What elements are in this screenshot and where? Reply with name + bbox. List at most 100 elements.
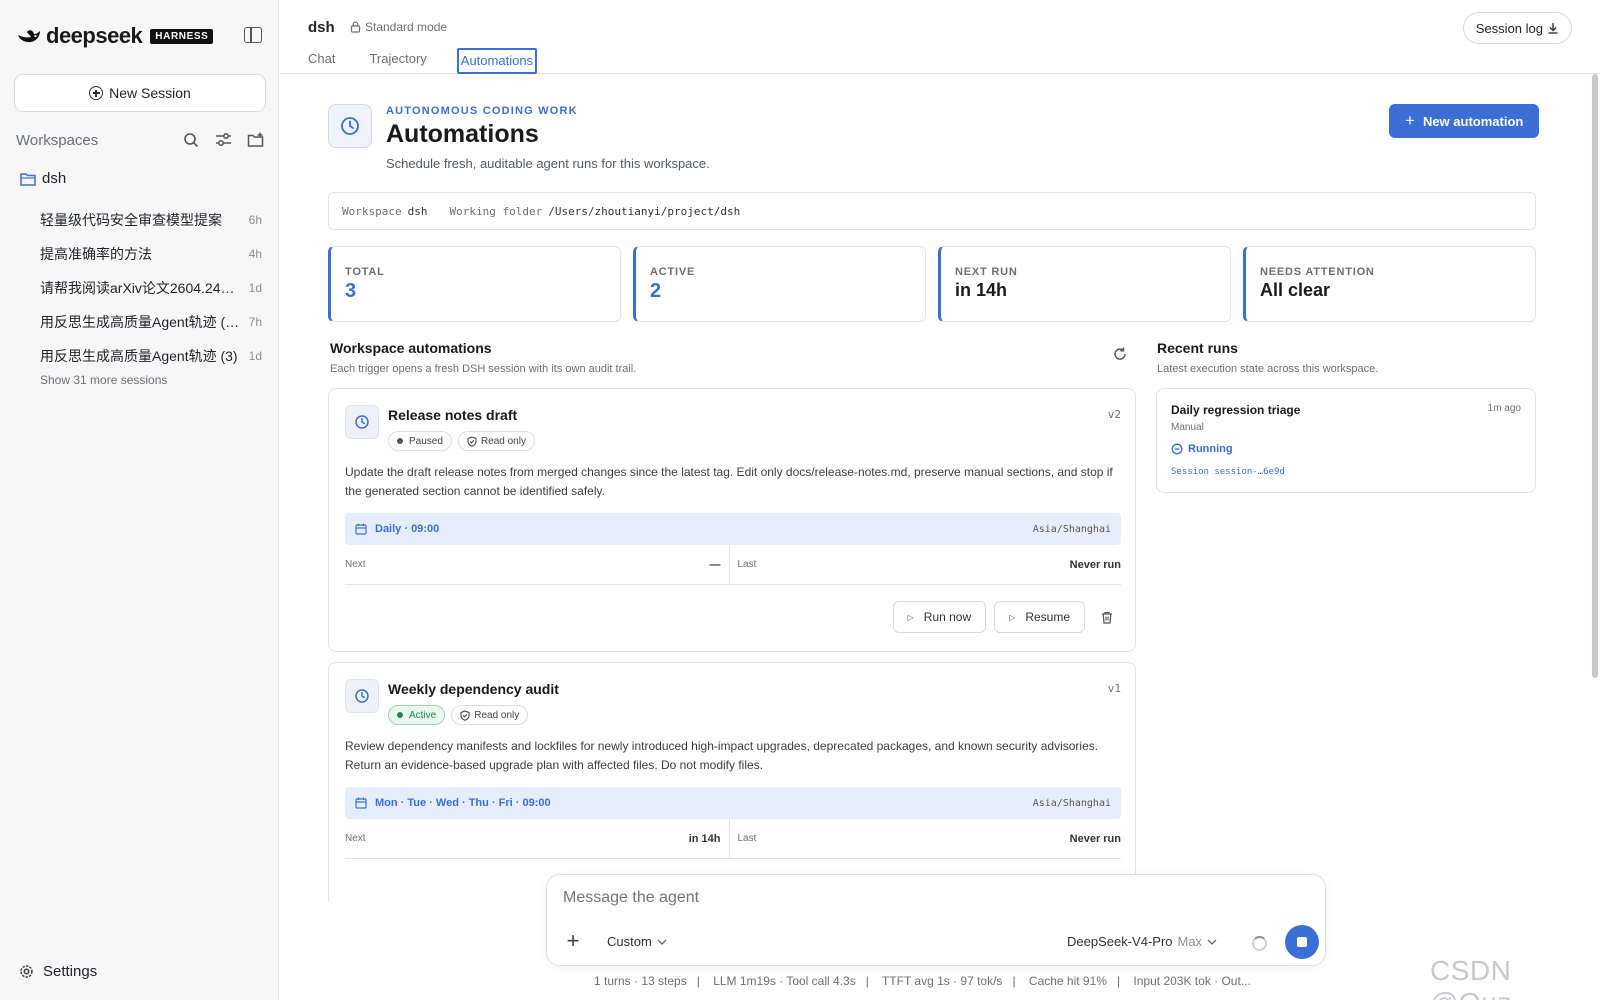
- delete-button[interactable]: [1093, 601, 1121, 633]
- automation-version: v2: [1107, 408, 1121, 421]
- status-badge-label: Active: [409, 709, 437, 721]
- plus-icon: +: [1405, 111, 1415, 130]
- mode-indicator[interactable]: Standard mode: [350, 20, 447, 34]
- run-session-link[interactable]: Session session-…6e9d: [1171, 467, 1285, 477]
- new-session-button[interactable]: New Session: [14, 74, 266, 112]
- stat-total: TOTAL 3: [328, 246, 621, 322]
- automation-card: Release notes draft v2 Paused Read only …: [328, 388, 1136, 652]
- search-icon[interactable]: [182, 131, 200, 149]
- stats-row: TOTAL 3 ACTIVE 2 NEXT RUN in 14h NEEDS A…: [328, 246, 1536, 322]
- status-badge-label: Paused: [409, 435, 443, 447]
- loading-spinner-icon: [1252, 936, 1267, 951]
- model-dropdown[interactable]: DeepSeek-V4-Pro Max: [1067, 934, 1217, 949]
- settings-label: Settings: [43, 963, 98, 980]
- model-effort: Max: [1177, 934, 1203, 949]
- status-ttft: TTFT avg 1s · 97 tok/s: [881, 974, 1003, 988]
- stat-value: All clear: [1260, 280, 1331, 300]
- automation-version: v1: [1107, 682, 1121, 695]
- plus-circle-icon: [89, 86, 104, 100]
- tab-automations[interactable]: Automations: [456, 48, 538, 74]
- sidebar-toggle-icon[interactable]: [244, 27, 262, 43]
- status-badge: Paused: [388, 431, 452, 451]
- automation-actions: ▷ Run now ▷ Resume: [892, 601, 1121, 633]
- recent-run-card[interactable]: Daily regression triage 1m ago Manual Ru…: [1156, 388, 1536, 493]
- schedule-bar: Daily · 09:00 Asia/Shanghai: [345, 513, 1121, 545]
- workspaces-header: Workspaces: [16, 131, 264, 149]
- workspace-info-bar: Workspace dsh Working folder /Users/zhou…: [328, 192, 1536, 230]
- sidebar: deepseek HARNESS New Session Workspaces …: [0, 0, 279, 1000]
- stat-value: 2: [650, 280, 662, 302]
- mode-label: Standard mode: [365, 20, 448, 34]
- chevron-down-icon: [1207, 939, 1217, 945]
- session-title: 用反思生成高质量Agent轨迹 (3): [40, 348, 238, 364]
- workspace-folder-dsh[interactable]: dsh: [20, 170, 66, 187]
- recent-runs-title: Recent runs: [1157, 340, 1238, 356]
- status-tokens: Input 203K tok · Out...: [1133, 974, 1251, 988]
- workspace-key: Workspace: [342, 204, 402, 218]
- stat-value: in 14h: [955, 280, 1008, 300]
- workspace-value: dsh: [407, 204, 428, 218]
- session-item[interactable]: 用反思生成高质量Agent轨迹 (3) 1d: [40, 339, 262, 373]
- composer: + Custom DeepSeek-V4-Pro Max: [546, 874, 1326, 966]
- brand[interactable]: deepseek HARNESS: [16, 23, 214, 48]
- session-item[interactable]: 请帮我阅读arXiv论文2604.24… 1d: [40, 271, 262, 305]
- stop-button[interactable]: [1285, 925, 1319, 959]
- scrollbar[interactable]: [1592, 74, 1598, 678]
- status-bar: 1 turns · 13 steps | LLM 1m19s · Tool cal…: [594, 974, 1251, 988]
- last-label: Last: [737, 833, 757, 844]
- running-icon: [1171, 443, 1183, 455]
- chevron-down-icon: [657, 939, 667, 945]
- next-value: in 14h: [688, 832, 721, 845]
- last-value: Never run: [1069, 558, 1121, 571]
- settings-button[interactable]: Settings: [18, 963, 97, 980]
- next-value: —: [709, 558, 721, 571]
- session-log-button[interactable]: Session log: [1462, 12, 1572, 44]
- show-more-sessions-link[interactable]: Show 31 more sessions: [40, 373, 167, 387]
- workspace-automations-subtitle: Each trigger opens a fresh DSH session w…: [330, 363, 637, 375]
- page-title: dsh: [308, 19, 335, 36]
- stat-needs-attention: NEEDS ATTENTION All clear: [1243, 246, 1536, 322]
- session-item[interactable]: 用反思生成高质量Agent轨迹 (… 7h: [40, 305, 262, 339]
- session-list: 轻量级代码安全审查模型提案 6h 提高准确率的方法 4h 请帮我阅读arXiv论…: [40, 203, 262, 373]
- working-folder-key: Working folder: [449, 204, 543, 218]
- session-age: 1d: [248, 281, 262, 295]
- session-item[interactable]: 轻量级代码安全审查模型提案 6h: [40, 203, 262, 237]
- schedule-timezone: Asia/Shanghai: [1032, 797, 1111, 809]
- status-turns: 1 turns · 13 steps: [594, 974, 687, 988]
- play-icon: ▷: [1009, 612, 1016, 622]
- brand-badge: HARNESS: [150, 28, 214, 44]
- new-automation-button[interactable]: + New automation: [1389, 104, 1540, 138]
- tab-trajectory[interactable]: Trajectory: [369, 48, 426, 74]
- message-input[interactable]: [563, 889, 1303, 907]
- next-label: Next: [345, 559, 366, 570]
- permission-badge: Read only: [457, 431, 535, 451]
- session-item[interactable]: 提高准确率的方法 4h: [40, 237, 262, 271]
- new-folder-icon[interactable]: [246, 131, 264, 149]
- schedule-text: Mon · Tue · Wed · Thu · Fri · 09:00: [375, 797, 551, 809]
- mode-dropdown-label: Custom: [607, 934, 652, 949]
- hero-eyebrow: AUTONOMOUS CODING WORK: [386, 105, 578, 117]
- run-trigger: Manual: [1171, 422, 1204, 433]
- session-age: 6h: [248, 213, 262, 227]
- resume-button[interactable]: ▷ Resume: [994, 601, 1085, 633]
- trash-icon: [1102, 611, 1112, 624]
- automation-title: Release notes draft: [388, 407, 518, 423]
- gear-icon: [20, 965, 33, 978]
- model-name: DeepSeek-V4-Pro: [1067, 934, 1173, 949]
- tab-chat[interactable]: Chat: [308, 48, 335, 74]
- whale-logo-icon: [18, 30, 40, 43]
- run-now-button[interactable]: ▷ Run now: [892, 601, 987, 633]
- filter-sliders-icon[interactable]: [214, 131, 232, 149]
- status-llm: LLM 1m19s · Tool call 4.3s: [713, 974, 856, 988]
- run-title: Daily regression triage: [1171, 403, 1301, 417]
- recent-runs-subtitle: Latest execution state across this works…: [1157, 363, 1379, 375]
- add-attachment-button[interactable]: +: [559, 927, 587, 955]
- automation-description: Review dependency manifests and lockfile…: [345, 739, 1099, 772]
- clock-icon: [328, 104, 372, 148]
- schedule-timezone: Asia/Shanghai: [1032, 523, 1111, 535]
- mode-dropdown[interactable]: Custom: [607, 934, 667, 949]
- workspaces-label: Workspaces: [16, 131, 99, 149]
- schedule-bar: Mon · Tue · Wed · Thu · Fri · 09:00 Asia…: [345, 787, 1121, 819]
- refresh-icon[interactable]: [1112, 346, 1128, 362]
- new-session-label: New Session: [109, 85, 191, 101]
